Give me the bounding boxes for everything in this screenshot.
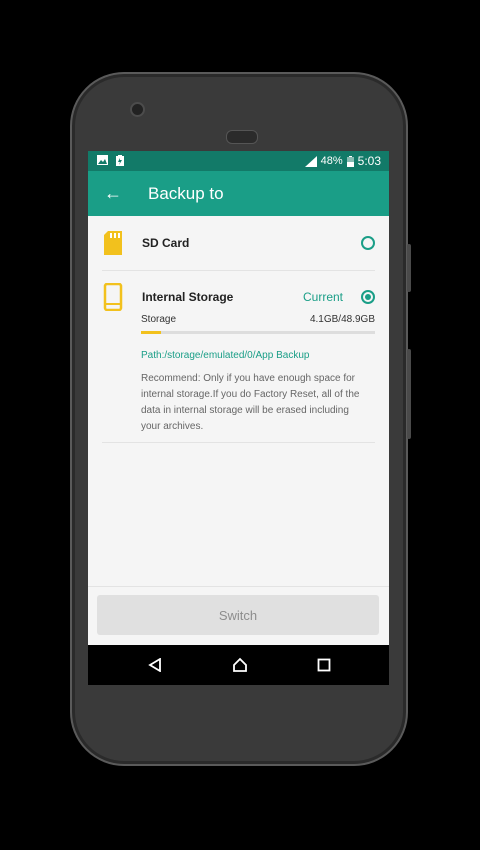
storage-progress-bar: [141, 331, 375, 334]
app-bar: ← Backup to: [88, 171, 389, 216]
nav-home-icon[interactable]: [232, 657, 248, 673]
battery-charging-icon: [116, 155, 124, 166]
current-badge: Current: [302, 290, 343, 304]
page-title: Backup to: [148, 183, 224, 203]
sd-card-label: SD Card: [142, 236, 190, 250]
screen: 48% 5:03 ← Backup to SD Card Internal St…: [88, 151, 389, 685]
battery-icon: [346, 155, 354, 167]
phone-icon: [103, 283, 123, 311]
storage-row: Storage 4.1GB/48.9GB: [141, 314, 375, 325]
backup-path: Path:/storage/emulated/0/App Backup: [141, 350, 310, 361]
signal-icon: [304, 155, 317, 167]
nav-recents-icon[interactable]: [317, 658, 331, 672]
earpiece-speaker: [226, 130, 258, 144]
sd-card-icon: [104, 231, 122, 255]
storage-value: 4.1GB/48.9GB: [309, 314, 375, 325]
switch-button[interactable]: Switch: [97, 595, 379, 635]
sd-card-radio[interactable]: [361, 236, 375, 250]
storage-label: Storage: [141, 314, 177, 325]
sd-card-option[interactable]: SD Card: [102, 216, 375, 271]
status-bar: 48% 5:03: [88, 151, 389, 171]
storage-progress-fill: [141, 331, 161, 334]
power-button: [407, 244, 411, 292]
recommend-note: Recommend: Only if you have enough space…: [141, 373, 360, 432]
back-arrow-icon[interactable]: ←: [104, 183, 122, 204]
clock: 5:03: [357, 154, 381, 168]
volume-button: [407, 349, 411, 439]
internal-storage-option[interactable]: Internal Storage Current Storage 4.1GB/4…: [102, 271, 375, 443]
image-notification-icon: [97, 155, 108, 165]
footer: Switch: [88, 586, 389, 645]
internal-storage-label: Internal Storage: [142, 290, 234, 304]
internal-storage-radio[interactable]: [361, 290, 375, 304]
nav-bar: [88, 645, 389, 685]
battery-percent: 48%: [320, 155, 343, 167]
nav-back-icon[interactable]: [148, 658, 162, 672]
front-camera: [130, 102, 145, 117]
